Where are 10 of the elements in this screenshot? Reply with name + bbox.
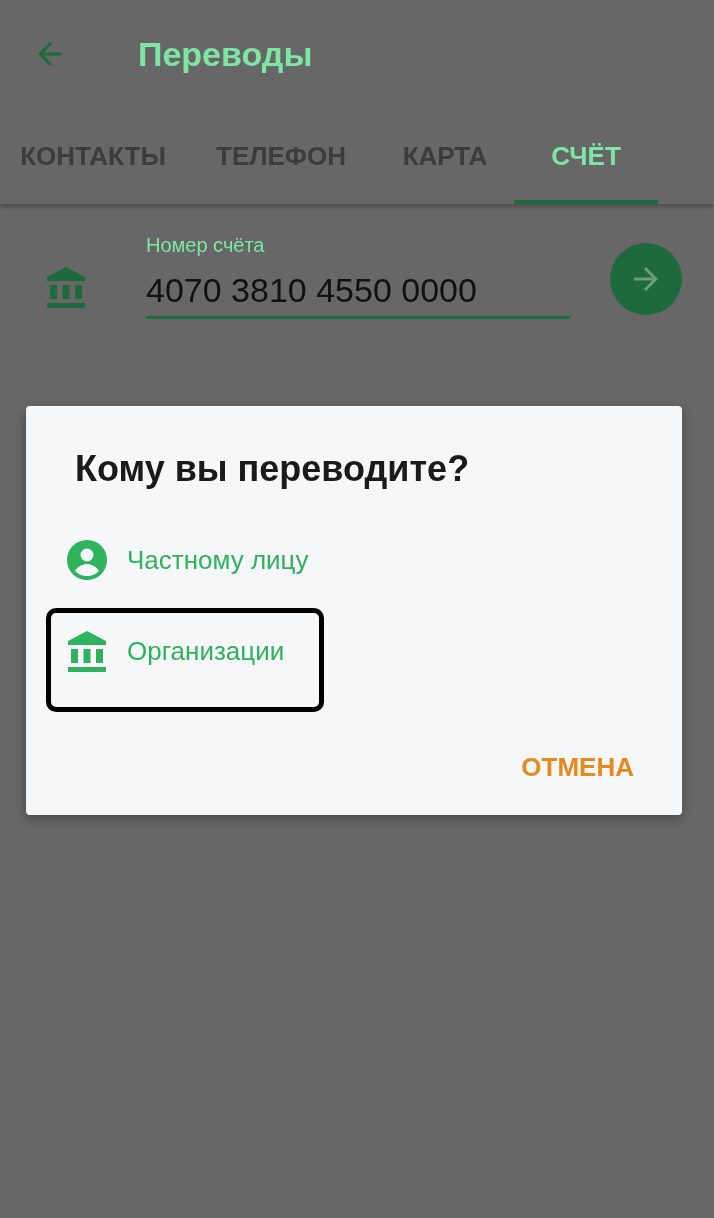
option-item[interactable]: Частному лицу [46, 520, 324, 600]
account-number-field[interactable]: Номер счёта 4070 3810 4550 0000 [146, 234, 570, 319]
option-item[interactable]: Организации [46, 608, 324, 712]
dialog-title: Кому вы переводите? [74, 448, 471, 490]
cancel-button[interactable]: ОТМЕНА [521, 746, 634, 789]
tab[interactable]: СЧЁТ [514, 108, 658, 204]
screen-title: Переводы [138, 34, 313, 74]
person-icon [67, 540, 107, 580]
bank-icon [46, 264, 86, 309]
bank-icon [67, 629, 107, 673]
